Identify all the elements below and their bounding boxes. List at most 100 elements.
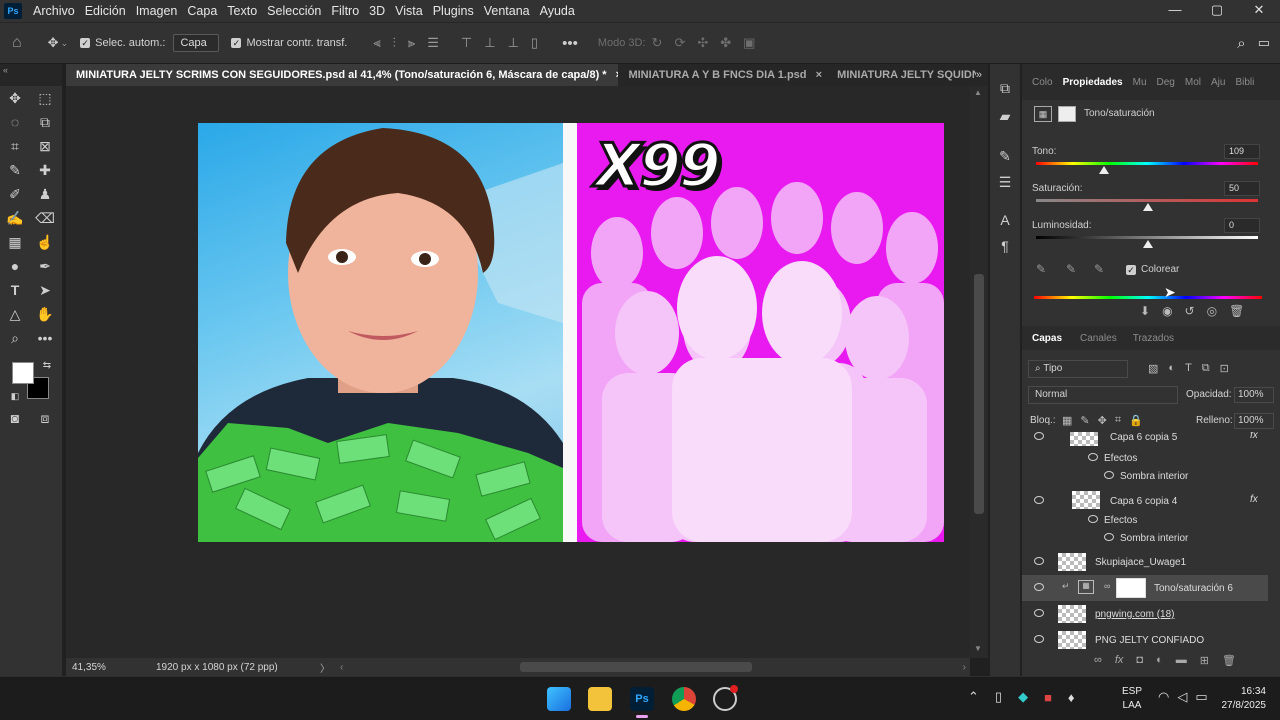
add-mask-icon[interactable]: ◘ — [1136, 654, 1143, 667]
saturation-value-input[interactable]: 50 — [1224, 181, 1260, 196]
filter-type-icon[interactable]: T — [1185, 362, 1192, 375]
lightness-value-input[interactable]: 0 — [1224, 218, 1260, 233]
filter-shape-icon[interactable]: ⧉ — [1202, 362, 1210, 375]
tab-bibli[interactable]: Bibli — [1230, 77, 1259, 88]
tab-document-3[interactable]: MINIATURA JELTY SQUIDNITE C — [827, 64, 976, 86]
align-left-icon[interactable]: ⫷ — [373, 35, 380, 51]
3d-pan-icon[interactable]: ✣ — [697, 35, 708, 51]
photoshop-logo-icon[interactable]: Ps — [4, 3, 22, 19]
lock-pixels-icon[interactable]: ▦ — [1062, 414, 1072, 427]
hscroll-right-icon[interactable]: › — [963, 662, 966, 673]
align-center-icon[interactable]: ⫶ — [393, 35, 396, 51]
filter-pixel-icon[interactable]: ▧ — [1148, 362, 1158, 375]
search-icon[interactable]: ⌕ — [1237, 35, 1245, 52]
menu-filtro[interactable]: Filtro — [326, 4, 364, 18]
tab-mu[interactable]: Mu — [1128, 77, 1152, 88]
show-transform-checkbox[interactable]: ✓ — [231, 38, 242, 48]
layer-row[interactable]: Skupiajace_Uwage1 — [1022, 549, 1272, 575]
file-explorer-icon[interactable] — [588, 687, 612, 711]
tab-deg[interactable]: Deg — [1152, 77, 1180, 88]
lock-position-icon[interactable]: ✥ — [1098, 414, 1107, 427]
tab-document-1[interactable]: MINIATURA JELTY SCRIMS CON SEGUIDORES.ps… — [66, 64, 619, 86]
effect-row[interactable]: Sombra interior — [1022, 525, 1272, 551]
more-options-icon[interactable]: ••• — [562, 35, 578, 52]
layer-row[interactable]: pngwing.com (18) — [1022, 601, 1272, 627]
lock-image-icon[interactable]: ✎ — [1080, 414, 1089, 427]
gradient-tool-icon[interactable]: ▦ — [4, 232, 26, 252]
minimize-button[interactable]: — — [1154, 0, 1196, 22]
dodge-tool-icon[interactable]: ● — [4, 256, 26, 276]
language-indicator[interactable]: ESP LAA — [1122, 685, 1142, 713]
visibility-icon[interactable]: ◎ — [1207, 304, 1217, 318]
saturation-slider-handle[interactable] — [1143, 203, 1153, 211]
filter-adjustment-icon[interactable]: ◐ — [1168, 362, 1175, 375]
menu-ventana[interactable]: Ventana — [479, 4, 535, 18]
menu-edicion[interactable]: Edición — [80, 4, 131, 18]
vertical-scrollbar[interactable]: ▲ ▼ — [970, 86, 988, 658]
scroll-down-icon[interactable]: ▼ — [974, 644, 982, 653]
auto-select-checkbox[interactable]: ✓ — [80, 38, 91, 48]
visibility-eye-icon[interactable] — [1034, 635, 1044, 643]
tab-paths[interactable]: Trazados — [1125, 333, 1182, 344]
path-select-tool-icon[interactable]: ➤ — [34, 280, 56, 300]
brush-tool-icon[interactable]: ✐ — [4, 184, 26, 204]
tray-overflow-icon[interactable]: ⌃ — [968, 689, 979, 705]
tab-mol[interactable]: Mol — [1180, 77, 1206, 88]
default-colors-icon[interactable]: ◧ — [4, 386, 26, 406]
more-tools-icon[interactable]: ••• — [34, 328, 56, 348]
tab-aju[interactable]: Aju — [1206, 77, 1230, 88]
shape-tool-icon[interactable]: △ — [4, 304, 26, 324]
crop-tool-icon[interactable]: ⌗ — [4, 136, 26, 156]
fx-icon[interactable]: fx — [1250, 494, 1258, 505]
lightness-slider-track[interactable] — [1036, 236, 1258, 239]
fill-input[interactable]: 100% — [1234, 413, 1274, 429]
blend-mode-dropdown[interactable]: Normal — [1028, 386, 1178, 404]
zoom-level[interactable]: 41,35% — [72, 662, 156, 673]
fx-icon[interactable]: fx — [1250, 432, 1258, 441]
align-vcenter-icon[interactable]: ⊤ — [461, 35, 472, 51]
marquee-tool-icon[interactable]: ⬚ — [34, 88, 56, 108]
effect-eye-icon[interactable] — [1104, 471, 1114, 479]
effects-eye-icon[interactable] — [1088, 515, 1098, 523]
move-tool-icon[interactable]: ✥ — [48, 35, 59, 51]
scroll-thumb[interactable] — [974, 274, 984, 514]
character-panel-icon[interactable]: A — [994, 210, 1016, 230]
usb-icon[interactable]: ▯ — [995, 689, 1002, 705]
tab-document-2[interactable]: MINIATURA A Y B FNCS DIA 1.psd × — [618, 64, 827, 86]
defender-icon[interactable]: ◆ — [1018, 689, 1028, 705]
start-button-icon[interactable] — [547, 687, 571, 711]
hscroll-left-icon[interactable]: ‹ — [340, 662, 343, 673]
menu-texto[interactable]: Texto — [222, 4, 262, 18]
menu-ayuda[interactable]: Ayuda — [535, 4, 580, 18]
add-style-icon[interactable]: fx — [1115, 654, 1124, 667]
menu-plugins[interactable]: Plugins — [428, 4, 479, 18]
hue-slider-track[interactable] — [1036, 162, 1258, 165]
effects-eye-icon[interactable] — [1088, 453, 1098, 461]
3d-slide-icon[interactable]: ✤ — [720, 35, 731, 51]
auto-select-dropdown[interactable]: Capa — [173, 34, 220, 52]
effect-eye-icon[interactable] — [1104, 533, 1114, 541]
hue-slider-handle[interactable] — [1099, 166, 1109, 174]
mask-icon[interactable] — [1058, 106, 1076, 122]
adjustments-panel-icon[interactable]: ☰ — [994, 172, 1016, 192]
quick-mask-icon[interactable]: ◙ — [4, 408, 26, 428]
microphone-icon[interactable]: ♦ — [1068, 690, 1075, 705]
visibility-eye-icon[interactable] — [1034, 496, 1044, 504]
frame-tool-icon[interactable]: ⊠ — [34, 136, 56, 156]
stamp-tool-icon[interactable]: ♟ — [34, 184, 56, 204]
move-tool-icon[interactable]: ✥ — [4, 88, 26, 108]
distribute-icon[interactable]: ▯ — [531, 35, 538, 51]
new-layer-icon[interactable]: ⊞ — [1200, 654, 1209, 667]
chrome-icon[interactable] — [672, 687, 696, 711]
collapse-arrows-icon[interactable]: « — [3, 65, 8, 75]
link-icon[interactable]: ∞ — [1104, 581, 1110, 591]
menu-3d[interactable]: 3D — [364, 4, 390, 18]
battery-icon[interactable]: ▭ — [1195, 689, 1207, 705]
visibility-eye-icon[interactable] — [1034, 432, 1044, 440]
wifi-icon[interactable]: ◠ — [1158, 689, 1169, 705]
home-icon[interactable]: ⌂ — [12, 34, 22, 52]
volume-icon[interactable]: ◁ — [1177, 689, 1187, 705]
menu-imagen[interactable]: Imagen — [131, 4, 183, 18]
eyedropper-icon[interactable]: ✎ — [1036, 262, 1046, 276]
tab-close-icon[interactable]: × — [816, 69, 822, 81]
